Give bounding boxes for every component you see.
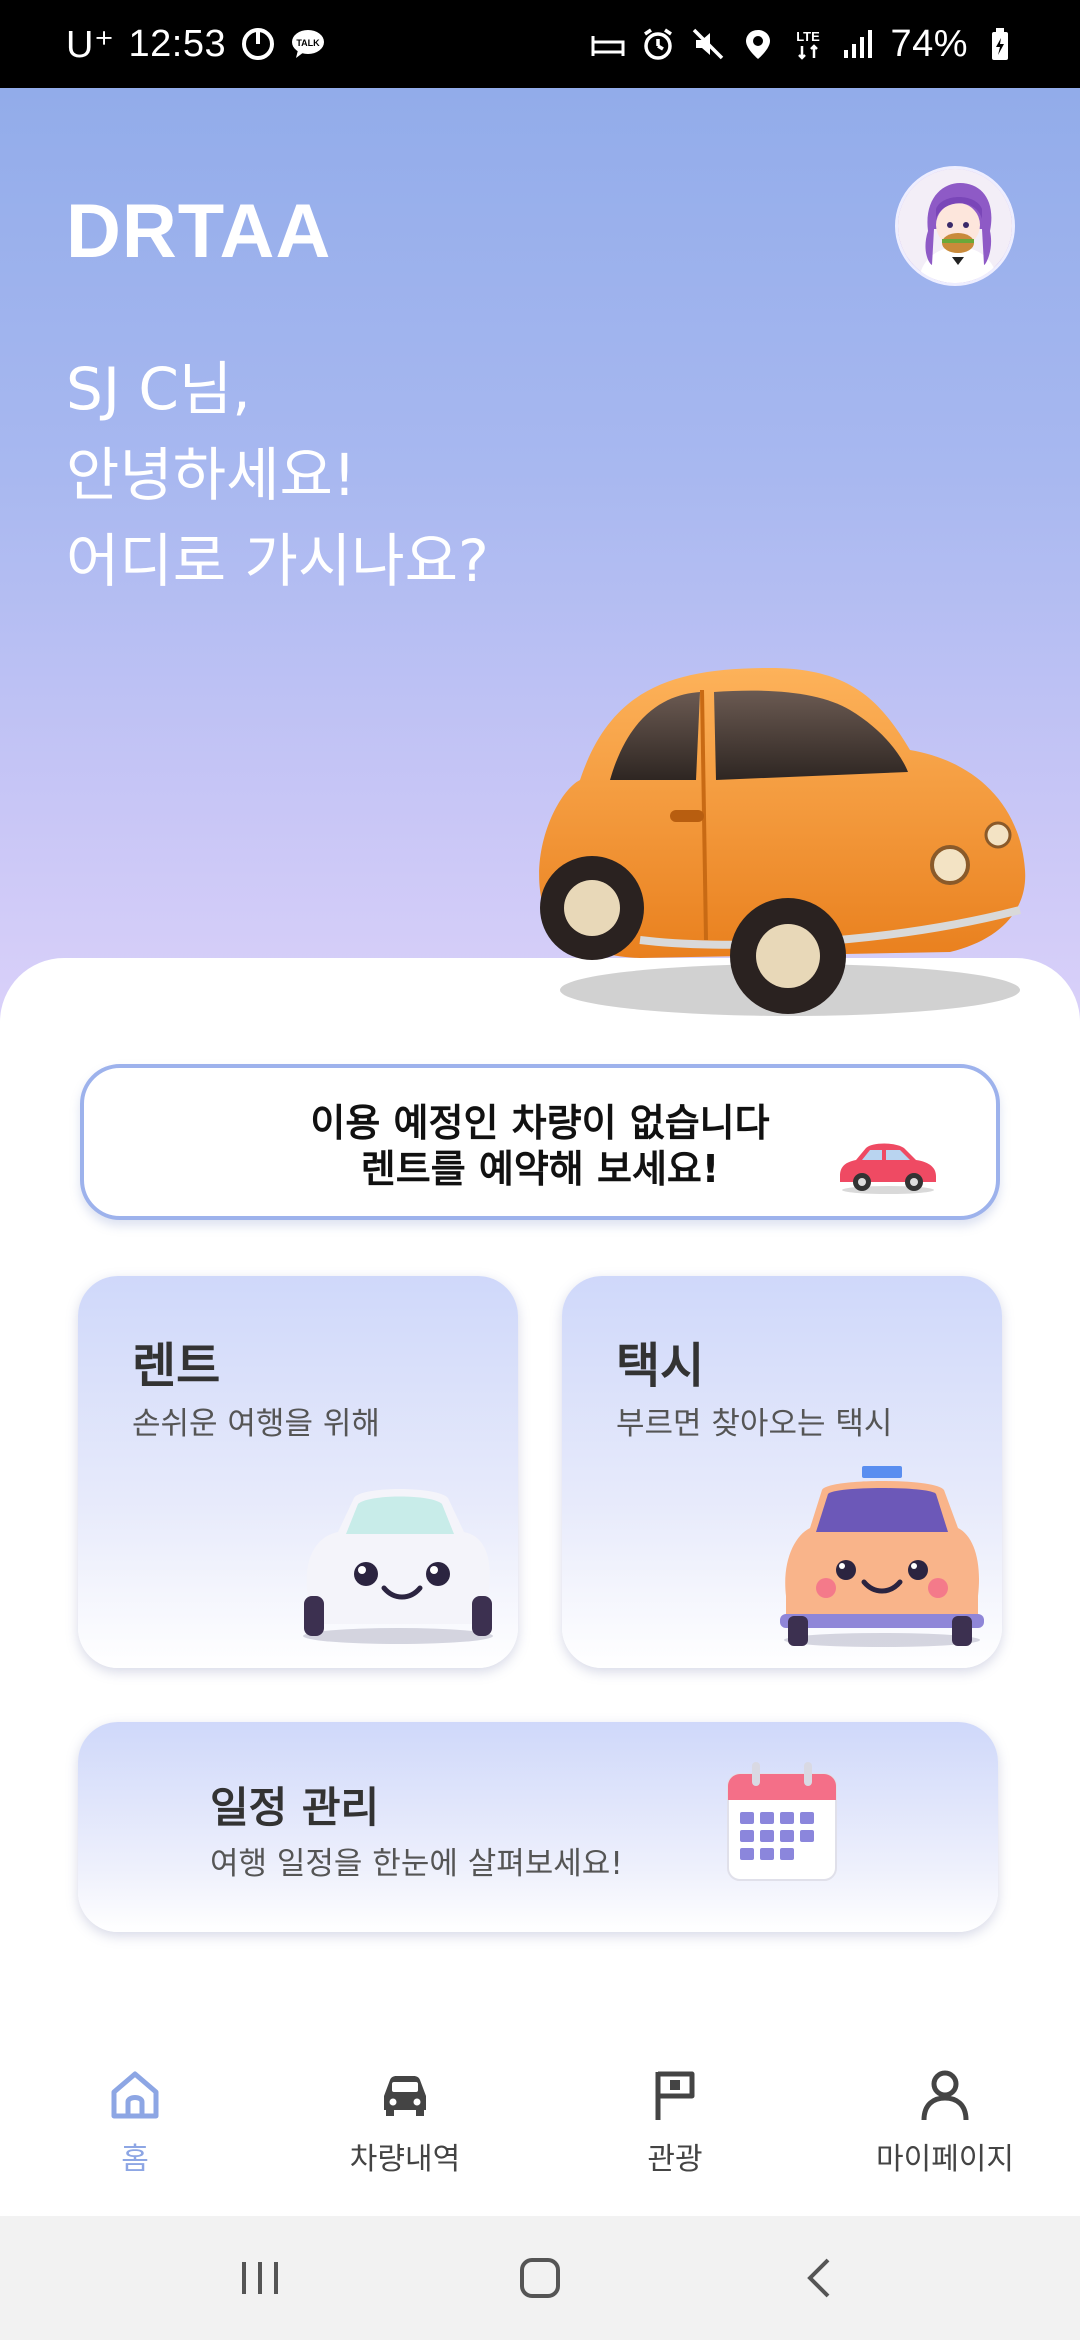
no-reservation-notice[interactable]: 이용 예정인 차량이 없습니다 렌트를 예약해 보세요! bbox=[80, 1064, 1000, 1220]
status-bar: U⁺ 12:53 TALK LTE 74% bbox=[0, 0, 1080, 88]
nav-mypage-label: 마이페이지 bbox=[876, 2142, 1014, 2177]
calendar-icon bbox=[727, 1762, 837, 1881]
rent-service-card[interactable]: 렌트 손쉬운 여행을 위해 bbox=[78, 1276, 518, 1668]
nav-tourism-label: 관광 bbox=[647, 2142, 703, 2177]
location-icon bbox=[740, 26, 776, 62]
car-icon bbox=[384, 2076, 426, 2116]
nav-tourism[interactable]: 관광 bbox=[540, 2040, 810, 2216]
orange-car-illustration bbox=[539, 668, 1026, 1016]
system-navigation-bar bbox=[0, 2216, 1080, 2340]
recent-apps-icon[interactable] bbox=[236, 2254, 284, 2302]
nav-mypage[interactable]: 마이페이지 bbox=[810, 2040, 1080, 2216]
nav-home-label: 홈 bbox=[121, 2142, 149, 2177]
signal-icon bbox=[840, 26, 876, 62]
svg-text:TALK: TALK bbox=[296, 38, 320, 48]
bottom-navigation: 홈 차량내역 관광 마이페이지 bbox=[0, 2040, 1080, 2216]
timer-icon bbox=[240, 26, 276, 62]
battery-icon bbox=[982, 26, 1018, 62]
red-car-icon bbox=[840, 1143, 936, 1194]
taxi-icon bbox=[780, 1466, 984, 1647]
carrier-label: U⁺ bbox=[66, 23, 115, 66]
status-left: U⁺ 12:53 TALK bbox=[66, 22, 326, 67]
nav-vehicle-history-label: 차량내역 bbox=[349, 2142, 461, 2177]
home-button-icon[interactable] bbox=[516, 2254, 564, 2302]
battery-percent: 74% bbox=[890, 22, 968, 65]
nav-vehicle-history[interactable]: 차량내역 bbox=[270, 2040, 540, 2216]
greeting-line-3: 어디로 가시나요? bbox=[66, 527, 489, 595]
taxi-title: 택시 bbox=[616, 1338, 705, 1394]
brand-logo: DRTAA bbox=[66, 189, 332, 274]
home-icon bbox=[111, 2071, 159, 2119]
schedule-service-card[interactable]: 일정 관리 여행 일정을 한눈에 살펴보세요! bbox=[78, 1722, 998, 1932]
flag-icon bbox=[655, 2071, 695, 2120]
rent-subtitle: 손쉬운 여행을 위해 bbox=[132, 1406, 380, 1442]
schedule-subtitle: 여행 일정을 한눈에 살펴보세요! bbox=[210, 1846, 623, 1882]
back-icon[interactable] bbox=[796, 2254, 844, 2302]
clock: 12:53 bbox=[128, 22, 227, 65]
alarm-icon bbox=[640, 26, 676, 62]
person-icon bbox=[921, 2070, 969, 2121]
white-car-icon bbox=[303, 1489, 493, 1644]
lte-icon: LTE bbox=[790, 26, 826, 62]
greeting-line-2: 안녕하세요! bbox=[66, 441, 357, 509]
talk-icon: TALK bbox=[290, 26, 326, 62]
schedule-title: 일정 관리 bbox=[210, 1783, 380, 1832]
mute-icon bbox=[690, 26, 726, 62]
svg-text:LTE: LTE bbox=[797, 29, 821, 44]
taxi-service-card[interactable]: 택시 부르면 찾아오는 택시 bbox=[562, 1276, 1002, 1668]
profile-avatar[interactable] bbox=[895, 166, 1015, 286]
status-right: LTE 74% bbox=[590, 23, 1018, 66]
nav-home[interactable]: 홈 bbox=[0, 2040, 270, 2216]
sleep-icon bbox=[590, 26, 626, 62]
rent-title: 렌트 bbox=[132, 1338, 221, 1394]
taxi-subtitle: 부르면 찾아오는 택시 bbox=[616, 1406, 893, 1442]
greeting-message: SJ C님, 안녕하세요! 어디로 가시나요? bbox=[66, 346, 489, 604]
greeting-line-1: SJ C님, bbox=[66, 355, 251, 423]
